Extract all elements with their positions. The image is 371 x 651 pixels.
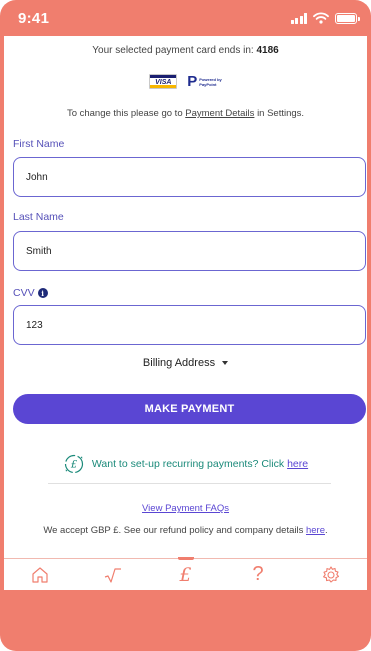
selected-card-text: Your selected payment card ends in: 4186 bbox=[4, 45, 367, 56]
company-details-link[interactable]: here bbox=[306, 525, 325, 536]
wifi-icon bbox=[313, 12, 329, 24]
paypoint-logo: P Powered by PayPoint bbox=[187, 73, 222, 90]
cvv-label: CVV bbox=[13, 287, 35, 299]
change-card-notice: To change this please go to Payment Deta… bbox=[4, 108, 367, 119]
cvv-input[interactable]: 123 bbox=[13, 305, 366, 345]
payment-screen: Your selected payment card ends in: 4186… bbox=[4, 36, 367, 590]
accept-end: . bbox=[325, 525, 328, 536]
billing-address-toggle[interactable]: Billing Address bbox=[4, 357, 367, 369]
change-notice-before: To change this please go to bbox=[66, 108, 183, 119]
device-frame: 9:41 Your selected payment card ends in:… bbox=[0, 0, 371, 651]
payment-details-link[interactable]: Payment Details bbox=[185, 108, 254, 119]
gear-icon bbox=[322, 565, 339, 583]
caret-down-icon bbox=[222, 361, 229, 365]
accept-text: We accept GBP £. See our refund policy a… bbox=[43, 525, 304, 536]
recurring-text: Want to set-up recurring payments? Click bbox=[91, 458, 285, 470]
status-icons bbox=[290, 12, 360, 24]
signal-icon bbox=[290, 12, 307, 24]
recurring-here-link[interactable]: here bbox=[287, 458, 308, 470]
card-logos: VISA P Powered by PayPoint bbox=[4, 74, 367, 89]
question-icon: ? bbox=[252, 563, 264, 585]
battery-icon bbox=[335, 12, 360, 24]
make-payment-button[interactable]: MAKE PAYMENT bbox=[13, 394, 366, 424]
nav-pound[interactable]: £ bbox=[170, 562, 200, 588]
nav-help[interactable]: ? bbox=[243, 562, 273, 588]
recurring-pound-icon: £ bbox=[64, 454, 83, 474]
faq-row: View Payment FAQs bbox=[4, 503, 367, 514]
nav-calculations[interactable] bbox=[98, 562, 128, 588]
info-icon[interactable]: i bbox=[37, 288, 48, 298]
svg-text:£: £ bbox=[70, 460, 78, 471]
change-notice-after: in Settings. bbox=[257, 108, 305, 119]
accept-notice: We accept GBP £. See our refund policy a… bbox=[4, 525, 367, 536]
recurring-payments-row: £ Want to set-up recurring payments? Cli… bbox=[4, 453, 367, 475]
first-name-input[interactable]: John bbox=[13, 157, 366, 197]
first-name-label: First Name bbox=[13, 138, 65, 150]
home-icon bbox=[32, 566, 48, 583]
status-bar: 9:41 bbox=[0, 0, 371, 36]
last-name-input[interactable]: Smith bbox=[13, 231, 366, 271]
payment-faqs-link[interactable]: View Payment FAQs bbox=[142, 503, 229, 514]
billing-address-label: Billing Address bbox=[142, 357, 216, 369]
cvv-label-row: CVV i bbox=[13, 287, 48, 299]
bottom-nav: £ ? bbox=[4, 559, 367, 590]
visa-logo: VISA bbox=[149, 74, 178, 89]
card-prefix: Your selected payment card ends in: bbox=[92, 45, 254, 56]
status-time: 9:41 bbox=[18, 9, 50, 27]
last-name-label: Last Name bbox=[13, 211, 64, 223]
nav-settings[interactable] bbox=[316, 562, 346, 588]
pound-icon: £ bbox=[179, 563, 192, 586]
card-last-digits: 4186 bbox=[256, 45, 279, 56]
nav-home[interactable] bbox=[25, 562, 55, 588]
divider bbox=[48, 483, 331, 484]
sqrt-icon bbox=[104, 567, 121, 583]
